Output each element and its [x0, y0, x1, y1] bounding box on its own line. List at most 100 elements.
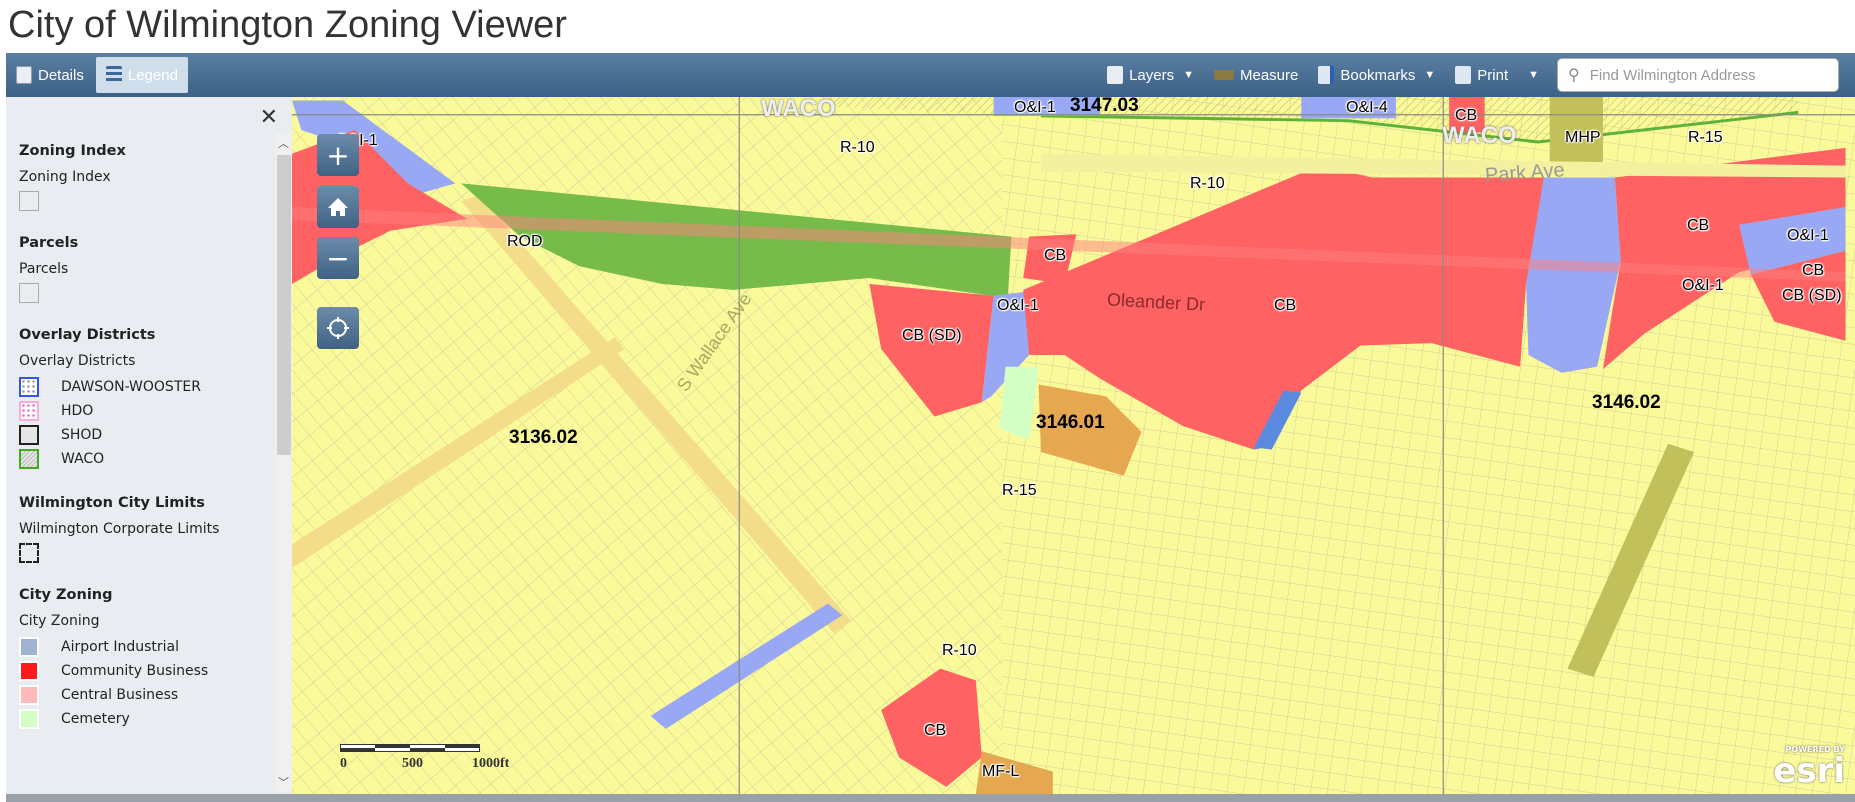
- layer-title: Wilmington Corporate Limits: [19, 521, 220, 537]
- scale-label: 0: [340, 756, 347, 771]
- map-label: CB: [1044, 247, 1067, 264]
- address-search-input[interactable]: ⚲ Find Wilmington Address: [1557, 58, 1839, 92]
- layers-button[interactable]: Layers ▼: [1097, 57, 1204, 93]
- scale-bar: 0 500 1000ft: [340, 737, 509, 774]
- map-label: O&I-1: [1787, 227, 1829, 244]
- community-business-swatch: [19, 661, 39, 681]
- legend-panel: ✕ ︿ ﹀ Zoning Index Zoning Index Parcels …: [6, 97, 292, 794]
- scroll-down-icon[interactable]: ﹀: [278, 774, 289, 790]
- zoom-in-button[interactable]: +: [317, 134, 359, 176]
- legend-item: HDO: [19, 399, 274, 423]
- details-tab[interactable]: Details: [6, 57, 94, 93]
- locate-icon: [327, 317, 349, 339]
- map-label: O&I-1: [1014, 99, 1056, 116]
- tract-label: 3136.02: [509, 427, 578, 448]
- group-title: Wilmington City Limits: [19, 495, 205, 511]
- map-label: R-10: [1190, 175, 1225, 192]
- minus-icon: −: [326, 241, 350, 275]
- details-label: Details: [38, 66, 84, 84]
- map-label: CB: [1274, 297, 1297, 314]
- bookmark-icon: [1318, 66, 1335, 84]
- cemetery-swatch: [19, 709, 39, 729]
- plus-icon: +: [326, 138, 350, 172]
- map-label: R-10: [942, 642, 977, 659]
- scroll-up-icon[interactable]: ︿: [278, 135, 289, 151]
- tract-label: 3147.03: [1070, 97, 1139, 116]
- legend-group-overlay: Overlay Districts Overlay Districts DAWS…: [19, 327, 274, 471]
- zoom-out-button[interactable]: −: [317, 237, 359, 279]
- bookmarks-button[interactable]: Bookmarks ▼: [1308, 57, 1445, 93]
- legend-item: WACO: [19, 447, 274, 471]
- layers-icon: [1107, 66, 1124, 84]
- map-label-waco: WACO: [1442, 122, 1517, 149]
- esri-logo[interactable]: POWERED BY esri: [1773, 746, 1845, 791]
- map-label: CB: [1687, 217, 1710, 234]
- list-icon: [105, 66, 122, 84]
- legend-label: SHOD: [61, 427, 103, 443]
- legend-item: SHOD: [19, 423, 274, 447]
- legend-item: Cemetery: [19, 707, 274, 731]
- shod-swatch: [19, 425, 39, 445]
- map-label: MHP: [1565, 129, 1601, 146]
- legend-label: Community Business: [61, 663, 209, 679]
- legend-group-city-limits: Wilmington City Limits Wilmington Corpor…: [19, 495, 274, 563]
- legend-label: DAWSON-WOOSTER: [61, 379, 201, 395]
- legend-label: Cemetery: [61, 711, 130, 727]
- scale-bar-graphic: [340, 744, 480, 752]
- tract-label: 3146.01: [1036, 412, 1105, 433]
- map-label: CB (SD): [902, 327, 962, 344]
- ruler-icon: [1213, 70, 1234, 80]
- scale-label: 500: [402, 756, 423, 771]
- legend-group-zoning-index: Zoning Index Zoning Index: [19, 143, 274, 211]
- caret-down-icon: ▼: [1183, 69, 1194, 81]
- map-label: O&I-1: [1682, 277, 1724, 294]
- map-label: R-15: [1002, 482, 1037, 499]
- esri-brand: esri: [1773, 751, 1845, 791]
- dawson-wooster-swatch: [19, 377, 39, 397]
- map-label: CB (SD): [1782, 287, 1842, 304]
- search-icon: ⚲: [1568, 67, 1580, 84]
- group-title: Parcels: [19, 235, 79, 251]
- scrollbar[interactable]: ︿ ﹀: [276, 133, 292, 792]
- map-label: ROD: [507, 233, 543, 250]
- document-icon: [16, 66, 32, 84]
- search-placeholder: Find Wilmington Address: [1589, 66, 1756, 84]
- city-limits-swatch: [19, 543, 39, 563]
- central-business-swatch: [19, 685, 39, 705]
- home-button[interactable]: [317, 186, 359, 228]
- page-title: City of Wilmington Zoning Viewer: [8, 4, 567, 46]
- map-label: MF-L: [982, 763, 1020, 780]
- map-label-waco: WACO: [761, 97, 836, 122]
- map-label: R-10: [840, 139, 875, 156]
- legend-item: Central Business: [19, 683, 274, 707]
- printer-icon: [1455, 66, 1472, 84]
- toolbar: Details Legend Layers ▼ Measure Bookmarks…: [6, 53, 1855, 97]
- legend-tab[interactable]: Legend: [95, 57, 188, 93]
- legend-label: WACO: [61, 451, 105, 467]
- legend-item: Community Business: [19, 659, 274, 683]
- waco-swatch: [19, 449, 39, 469]
- map-label: CB: [924, 722, 947, 739]
- group-title: Overlay Districts: [19, 327, 156, 343]
- print-label: Print: [1477, 66, 1509, 84]
- layer-title: Overlay Districts: [19, 353, 136, 369]
- measure-button[interactable]: Measure: [1204, 57, 1308, 93]
- map-label: O&I-1: [997, 297, 1039, 314]
- layer-title: City Zoning: [19, 613, 100, 629]
- caret-down-icon: ▼: [1424, 69, 1436, 81]
- scrollbar-thumb[interactable]: [277, 155, 291, 455]
- print-button[interactable]: Print ▼: [1445, 57, 1549, 93]
- layer-title: Zoning Index: [19, 169, 111, 185]
- home-icon: [328, 198, 348, 216]
- legend-group-city-zoning: City Zoning City Zoning Airport Industri…: [19, 587, 274, 731]
- zoning-map[interactable]: WACO O&I-1 3147.03 O&I-4 CB WACO MHP R-1…: [292, 97, 1855, 794]
- legend-item: DAWSON-WOOSTER: [19, 375, 274, 399]
- group-title: Zoning Index: [19, 143, 126, 159]
- layers-label: Layers: [1129, 66, 1175, 84]
- bookmarks-label: Bookmarks: [1340, 66, 1416, 84]
- map-label: R-15: [1688, 129, 1723, 146]
- caret-down-icon: ▼: [1528, 69, 1539, 81]
- close-icon[interactable]: ✕: [260, 105, 278, 130]
- group-title: City Zoning: [19, 587, 113, 603]
- locate-button[interactable]: [317, 307, 359, 349]
